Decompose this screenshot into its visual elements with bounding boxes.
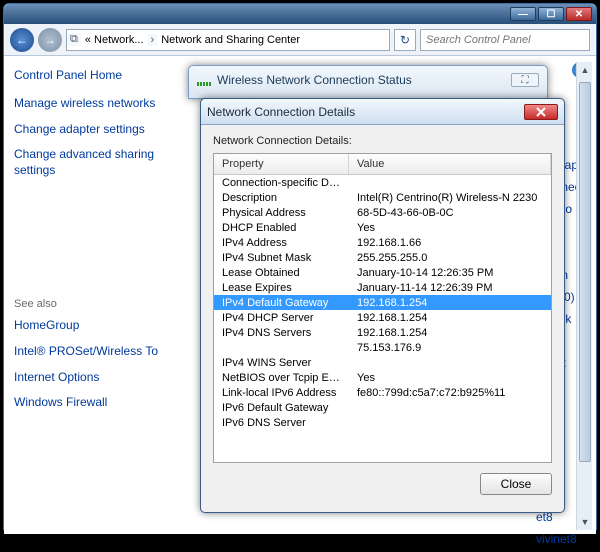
row-property: Lease Expires [214, 282, 349, 294]
details-row[interactable]: IPv6 Default Gateway [214, 400, 551, 415]
search-input[interactable] [420, 29, 590, 51]
details-row[interactable]: NetBIOS over Tcpip En...Yes [214, 370, 551, 385]
row-property: Description [214, 192, 349, 204]
breadcrumb-sep: › [148, 34, 158, 46]
wireless-status-window: Wireless Network Connection Status ⛶ [188, 65, 548, 99]
row-value: 75.153.176.9 [349, 342, 551, 354]
row-property: IPv4 Address [214, 237, 349, 249]
nav-toolbar: ← → ⧉ « Network... › Network and Sharing… [4, 24, 596, 56]
details-row[interactable]: Link-local IPv6 Addressfe80::799d:c5a7:c… [214, 385, 551, 400]
address-bar[interactable]: ⧉ « Network... › Network and Sharing Cen… [66, 29, 390, 51]
main-link-fragment[interactable]: vivinet8 [536, 530, 584, 548]
row-property: Connection-specific DN... [214, 177, 349, 189]
vertical-scrollbar[interactable]: ▲ ▼ [576, 62, 592, 530]
row-value: January-10-14 12:26:35 PM [349, 267, 551, 279]
connection-details-dialog: Network Connection Details Network Conne… [200, 98, 565, 513]
sidebar-link-wireless[interactable]: Manage wireless networks [14, 96, 174, 112]
row-value: 192.168.1.254 [349, 297, 551, 309]
row-property: IPv4 WINS Server [214, 357, 349, 369]
details-row[interactable]: Lease ExpiresJanuary-11-14 12:26:39 PM [214, 280, 551, 295]
details-row[interactable]: IPv4 Address192.168.1.66 [214, 235, 551, 250]
forward-button[interactable]: → [38, 28, 62, 52]
sidebar-seealso-homegroup[interactable]: HomeGroup [14, 318, 174, 334]
sidebar: Control Panel Home Manage wireless netwo… [4, 56, 184, 534]
details-row[interactable]: Lease ObtainedJanuary-10-14 12:26:35 PM [214, 265, 551, 280]
sidebar-seealso-internet[interactable]: Internet Options [14, 370, 174, 386]
details-row[interactable]: IPv4 Default Gateway192.168.1.254 [214, 295, 551, 310]
column-property[interactable]: Property [214, 154, 349, 174]
details-title: Network Connection Details [207, 105, 355, 119]
row-property: IPv4 DHCP Server [214, 312, 349, 324]
listview-header[interactable]: Property Value [214, 154, 551, 175]
row-property: Lease Obtained [214, 267, 349, 279]
details-row[interactable]: DescriptionIntel(R) Centrino(R) Wireless… [214, 190, 551, 205]
row-value: fe80::799d:c5a7:c72:b925%11 [349, 387, 551, 399]
sidebar-seealso-firewall[interactable]: Windows Firewall [14, 395, 174, 411]
row-property: Physical Address [214, 207, 349, 219]
signal-icon [197, 74, 211, 86]
close-button[interactable]: Close [480, 473, 552, 495]
wireless-status-close[interactable]: ⛶ [511, 73, 539, 87]
row-value: 255.255.255.0 [349, 252, 551, 264]
row-value: Yes [349, 222, 551, 234]
refresh-button[interactable]: ↻ [394, 29, 416, 51]
see-also-label: See also [14, 298, 174, 310]
row-property: NetBIOS over Tcpip En... [214, 372, 349, 384]
details-row[interactable]: IPv4 Subnet Mask255.255.255.0 [214, 250, 551, 265]
control-panel-home-link[interactable]: Control Panel Home [14, 68, 174, 82]
row-property: IPv6 DNS Server [214, 417, 349, 429]
breadcrumb-current[interactable]: Network and Sharing Center [157, 34, 304, 46]
row-property: IPv6 Default Gateway [214, 402, 349, 414]
details-row[interactable]: Connection-specific DN... [214, 175, 551, 190]
row-value: Yes [349, 372, 551, 384]
breadcrumb-prefix[interactable]: « Network... [81, 34, 148, 46]
details-row[interactable]: IPv4 WINS Server [214, 355, 551, 370]
scrollbar-up[interactable]: ▲ [577, 62, 593, 78]
maximize-button[interactable]: ☐ [538, 7, 564, 21]
details-row[interactable]: IPv4 DHCP Server192.168.1.254 [214, 310, 551, 325]
details-titlebar: Network Connection Details [201, 99, 564, 125]
column-value[interactable]: Value [349, 154, 551, 174]
row-property: IPv4 DNS Servers [214, 327, 349, 339]
row-property: IPv4 Default Gateway [214, 297, 349, 309]
details-close-button[interactable] [524, 104, 558, 120]
row-value: 192.168.1.254 [349, 312, 551, 324]
details-body-label: Network Connection Details: [213, 135, 552, 147]
scrollbar-thumb[interactable] [579, 82, 591, 462]
details-row[interactable]: IPv4 DNS Servers192.168.1.254 [214, 325, 551, 340]
details-row[interactable]: Physical Address68-5D-43-66-0B-0C [214, 205, 551, 220]
outer-titlebar: — ☐ ✕ [4, 4, 596, 24]
wireless-status-title: Wireless Network Connection Status [217, 73, 412, 87]
sidebar-seealso-intel[interactable]: Intel® PROSet/Wireless To [14, 344, 174, 360]
back-button[interactable]: ← [10, 28, 34, 52]
row-value: 68-5D-43-66-0B-0C [349, 207, 551, 219]
row-value: 192.168.1.66 [349, 237, 551, 249]
minimize-button[interactable]: — [510, 7, 536, 21]
row-property: Link-local IPv6 Address [214, 387, 349, 399]
details-listview[interactable]: Property Value Connection-specific DN...… [213, 153, 552, 463]
details-row[interactable]: IPv6 DNS Server [214, 415, 551, 430]
close-icon [536, 107, 546, 117]
row-value: Intel(R) Centrino(R) Wireless-N 2230 [349, 192, 551, 204]
row-property: DHCP Enabled [214, 222, 349, 234]
row-property: IPv4 Subnet Mask [214, 252, 349, 264]
row-value: 192.168.1.254 [349, 327, 551, 339]
details-row[interactable]: 75.153.176.9 [214, 340, 551, 355]
sidebar-link-adapter[interactable]: Change adapter settings [14, 122, 174, 138]
scrollbar-down[interactable]: ▼ [577, 514, 593, 530]
sidebar-link-advanced[interactable]: Change advanced sharing settings [14, 147, 174, 178]
close-button[interactable]: ✕ [566, 7, 592, 21]
row-value: January-11-14 12:26:39 PM [349, 282, 551, 294]
details-row[interactable]: DHCP EnabledYes [214, 220, 551, 235]
